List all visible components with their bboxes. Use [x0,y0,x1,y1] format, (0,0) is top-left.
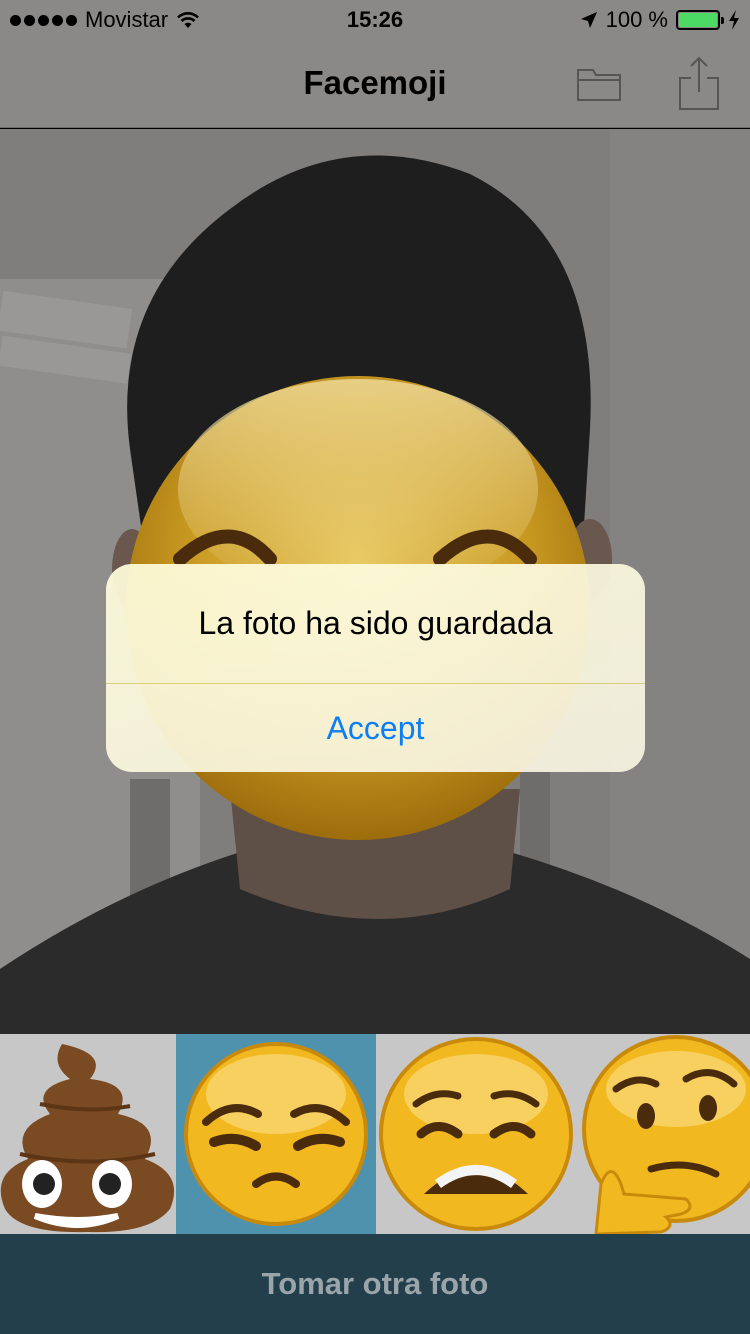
emoji-option-poo[interactable] [0,1034,176,1234]
save-confirmation-alert: La foto ha sido guardada Accept [106,564,645,772]
nav-title: Facemoji [303,64,447,101]
pile-of-poo-icon [0,1044,175,1233]
navigation-bar: Facemoji [0,40,750,128]
take-another-photo-button[interactable]: Tomar otra foto [0,1234,750,1334]
folder-icon [577,69,621,101]
weary-face-icon [379,1037,573,1231]
alert-message: La foto ha sido guardada [198,605,553,641]
battery-icon [676,10,724,30]
unamused-face-icon [184,1042,368,1226]
status-bar: Movistar 15:26 100 % [0,0,750,40]
emoji-option-unamused[interactable] [176,1034,376,1234]
share-button[interactable] [669,54,729,114]
thinking-face-icon [582,1035,750,1234]
battery-percent: 100 % [605,7,668,32]
battery-fill [679,13,717,27]
folder-button[interactable] [569,54,629,114]
emoji-option-weary[interactable] [376,1034,576,1234]
status-right: 100 % [580,7,740,33]
location-arrow-icon [580,12,597,28]
emoji-picker [0,1034,750,1234]
charging-bolt-icon [729,10,739,30]
emoji-option-thinking[interactable] [576,1034,750,1234]
share-icon [679,56,719,110]
accept-button[interactable]: Accept [106,684,645,772]
